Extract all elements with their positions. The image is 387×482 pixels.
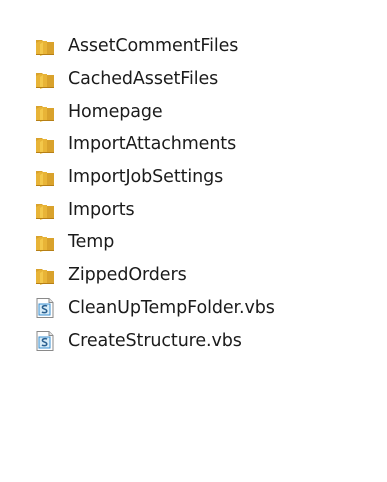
item-label: ZippedOrders [68, 265, 187, 286]
folder-icon [34, 231, 56, 253]
item-label: CleanUpTempFolder.vbs [68, 297, 275, 318]
folder-icon [34, 35, 56, 57]
item-label: ImportAttachments [68, 134, 237, 155]
vbs-script-icon [34, 297, 56, 319]
item-label: AssetCommentFiles [68, 36, 239, 57]
file-item-createstructure-vbs[interactable]: CreateStructure.vbs [34, 324, 374, 357]
folder-icon [34, 101, 56, 123]
folder-icon [34, 166, 56, 188]
folder-icon [34, 264, 56, 286]
folder-icon [34, 133, 56, 155]
file-list: AssetCommentFiles CachedAssetFiles Homep… [34, 30, 374, 357]
item-label: CreateStructure.vbs [68, 330, 242, 351]
vbs-script-icon [34, 330, 56, 352]
folder-item-importjobsettings[interactable]: ImportJobSettings [34, 161, 374, 194]
folder-item-imports[interactable]: Imports [34, 193, 374, 226]
folder-item-temp[interactable]: Temp [34, 226, 374, 259]
item-label: ImportJobSettings [68, 167, 224, 188]
folder-icon [34, 68, 56, 90]
folder-item-assetcommentfiles[interactable]: AssetCommentFiles [34, 30, 374, 63]
file-item-cleanuptempfolder-vbs[interactable]: CleanUpTempFolder.vbs [34, 292, 374, 325]
folder-item-homepage[interactable]: Homepage [34, 95, 374, 128]
folder-item-importattachments[interactable]: ImportAttachments [34, 128, 374, 161]
folder-item-cachedassetfiles[interactable]: CachedAssetFiles [34, 63, 374, 96]
item-label: Temp [68, 232, 115, 253]
item-label: Imports [68, 199, 135, 220]
item-label: CachedAssetFiles [68, 69, 219, 90]
folder-icon [34, 199, 56, 221]
folder-item-zippedorders[interactable]: ZippedOrders [34, 259, 374, 292]
item-label: Homepage [68, 101, 163, 122]
